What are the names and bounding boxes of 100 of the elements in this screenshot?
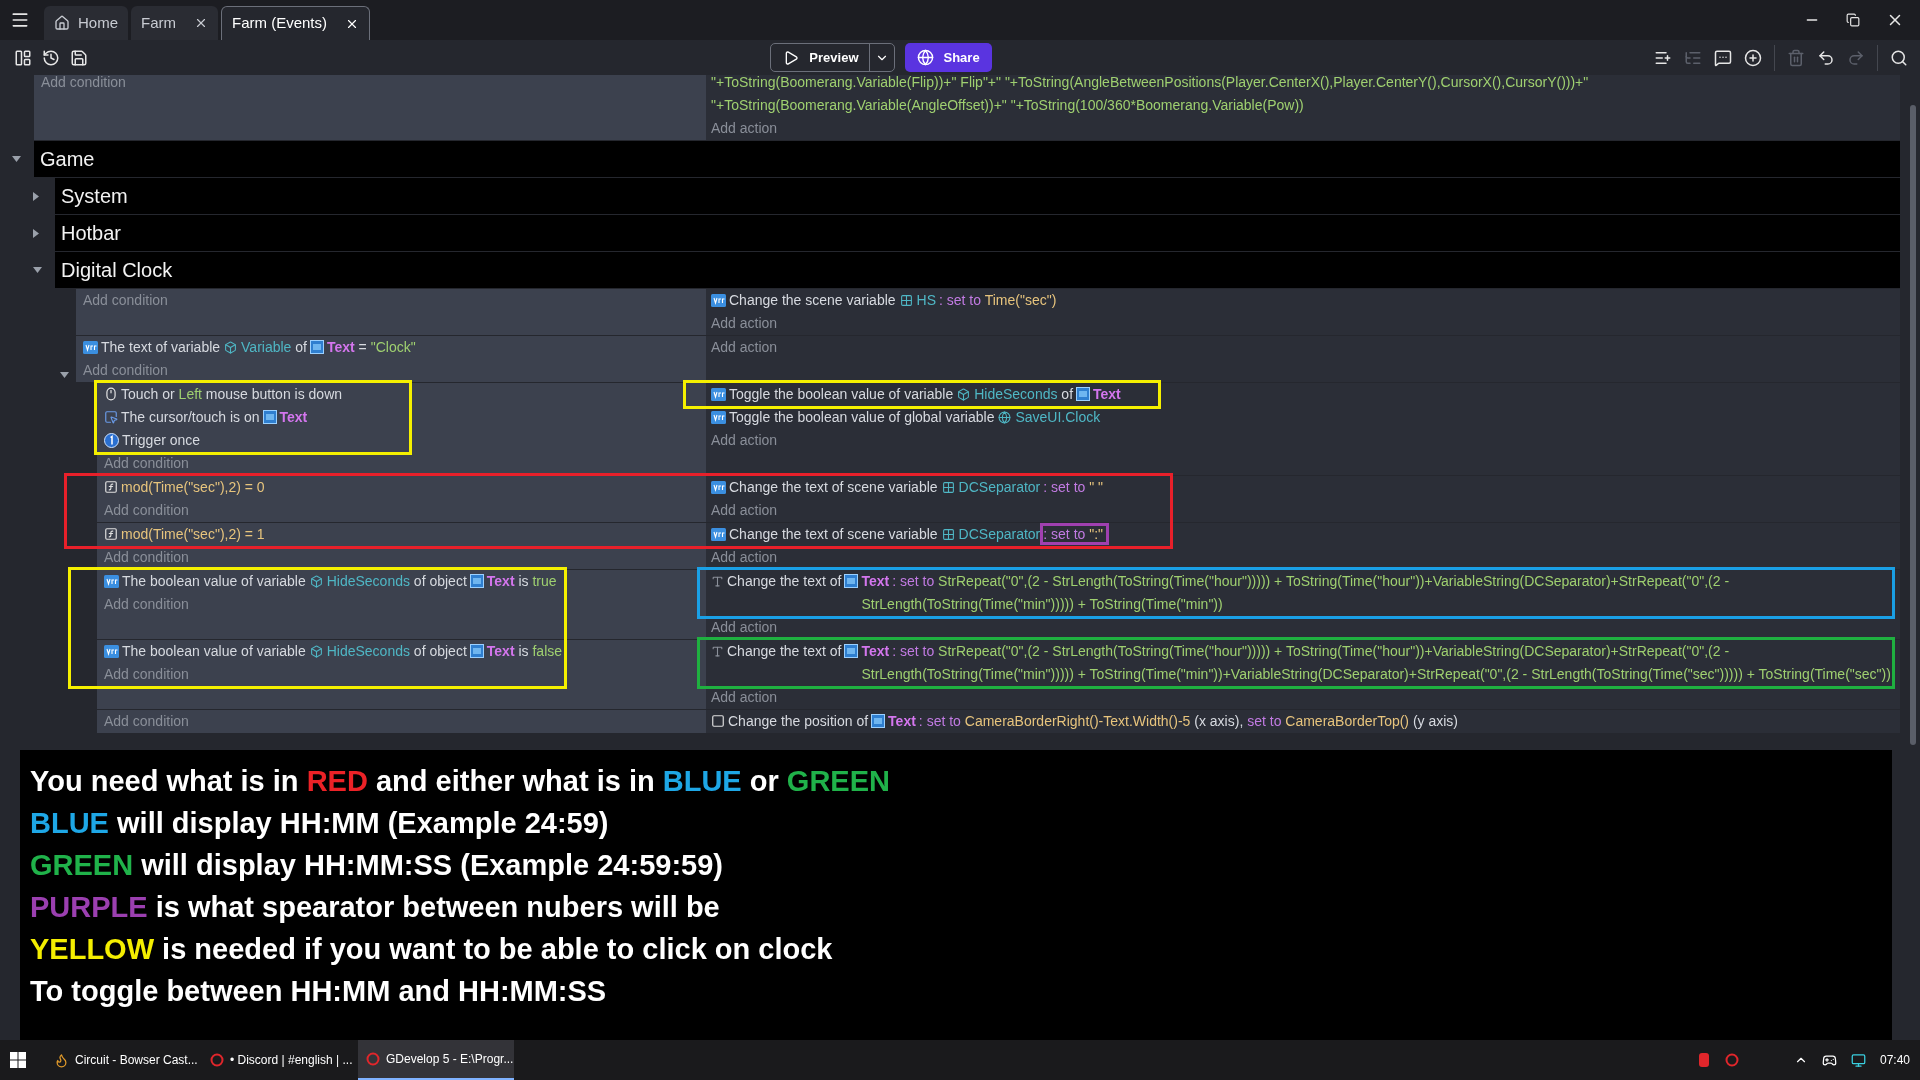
add-action-button[interactable]: Add action [711,312,778,335]
variable-icon [711,528,726,541]
object-thumbnail-icon [262,410,277,424]
condition-text[interactable]: Text is true [486,570,557,593]
condition-text[interactable]: The boolean value of variable [122,640,306,663]
share-button[interactable]: Share [904,43,992,72]
object-thumbnail-icon [844,574,859,588]
add-action-button[interactable]: Add action [711,546,778,569]
group-header[interactable]: Digital Clock [55,252,1900,288]
taskbar-item[interactable]: Circuit - Bowser Cast... [46,1040,202,1080]
mouse-icon [104,387,118,401]
taskbar-item[interactable]: GDevelop 5 - E:\Progr... [358,1040,514,1080]
action-text[interactable]: Change the text of [727,570,842,593]
action-text[interactable]: Change the text of scene variable [729,476,938,499]
cube-icon [309,645,323,658]
play-icon [783,49,800,66]
action-text[interactable]: Toggle the boolean value of global variable [729,406,995,429]
variable-icon [83,341,98,354]
condition-text[interactable]: mod(Time("sec"),2) = 0 [121,476,265,499]
text-icon [711,645,724,658]
preview-button[interactable]: Preview [770,43,895,72]
windows-logo-icon[interactable] [10,1052,26,1068]
variable-icon [711,411,726,424]
function-icon [104,527,118,541]
expand-arrow-icon[interactable] [33,191,39,201]
tray-app-icon[interactable] [1697,1052,1710,1068]
close-icon[interactable] [194,16,208,30]
add-action-button[interactable]: Add action [711,429,778,452]
condition-text[interactable]: HideSeconds of object [326,640,467,663]
search-icon[interactable] [1890,48,1908,67]
instruction-line: PURPLE is what spearator between nubers will be [30,890,721,925]
condition-text[interactable]: Touch or Left mouse button is down [121,383,343,406]
restore-icon[interactable] [1846,13,1860,27]
panels-icon[interactable] [14,48,32,67]
grid-icon [941,481,955,494]
object-thumbnail-icon [469,644,484,658]
condition-text[interactable]: The boolean value of variable [122,570,306,593]
collapse-arrow-icon[interactable] [33,267,42,273]
instruction-line: GREEN will display HH:MM:SS (Example 24:59:59) [30,848,724,883]
action-text[interactable]: SaveUI.Clock [1015,406,1101,429]
undo-icon[interactable] [1817,48,1835,67]
condition-text[interactable]: HideSeconds of object [326,570,467,593]
action-text[interactable]: Text : set to StrRepeat("0",(2 - StrLength(ToString(Time("hour"))))) + ToString(Time("hour"))+VariableString(DCSeparator)+StrRepeat("0",(2 - StrLength(ToString(Time("min"))))) + ToString(Time("min"))+VariableString(DCSeparator)+StrRepeat("0",(2 - StrLength(ToString(Time("sec"))))) + ToString(Time("sec")) [861,640,1895,686]
action-text[interactable]: "+ToString(Boomerang.Variable(Flip))+" Flip"+" "+ToString(AngleBetweenPositions(Player.CenterX(),Player.CenterY(),CursorX(),CursorY()))+" [711,75,1589,94]
action-text[interactable]: Change the text of [727,640,842,663]
condition-text[interactable]: mod(Time("sec"),2) = 1 [121,523,265,546]
action-text[interactable]: Change the scene variable [729,289,896,312]
group-header[interactable]: System [55,178,1900,214]
instruction-line: YELLOW is needed if you want to be able to click on clock [30,932,834,967]
expand-arrow-icon[interactable] [33,228,39,238]
editor-tab[interactable]: Farm [131,6,218,40]
grid-icon [941,528,955,541]
history-icon[interactable] [42,48,60,67]
cursor-icon [104,410,118,424]
variable-icon [711,294,726,307]
menu-icon[interactable] [10,10,30,30]
action-text[interactable]: Change the position of [728,710,869,733]
collapse-arrow-icon[interactable] [12,156,21,162]
action-text[interactable]: Change the text of scene variable [729,523,938,546]
condition-text[interactable]: The text of variable [101,336,221,359]
text-icon [711,575,724,588]
variable-icon [104,645,119,658]
taskbar-item[interactable]: • Discord | #english | ... [202,1040,358,1080]
action-text[interactable]: HideSeconds of [974,383,1074,406]
add-icon[interactable] [1744,48,1762,67]
action-text[interactable]: "+ToString(Boomerang.Variable(AngleOffset))+" "+ToString(100/360*Boomerang.Variable(Pow)) [711,94,1304,117]
cube-icon [309,575,323,588]
condition-text[interactable]: Trigger once [122,429,201,452]
condition-text[interactable]: Variable of [241,336,307,359]
add-action-button[interactable]: Add action [711,616,778,639]
editor-tab[interactable]: Home [44,6,128,40]
action-text[interactable]: Text [1093,383,1121,406]
gamepad-icon[interactable] [1821,1052,1837,1068]
action-text[interactable]: HS : set to Time("sec") [916,289,1057,312]
add-action-button[interactable]: Add action [711,336,778,359]
comment-icon[interactable] [1714,48,1732,67]
action-text[interactable]: DCSeparator : set to " " [958,476,1104,499]
action-text[interactable]: Toggle the boolean value of variable [729,383,954,406]
app-icon [210,1053,224,1067]
condition-text[interactable]: Text = "Clock" [326,336,416,359]
action-text[interactable]: Text : set to CameraBorderRight()-Text.Width()-5 (x axis), set to CameraBorderTop() (y axis) [888,710,1459,733]
group-header[interactable]: Hotbar [55,215,1900,251]
add-action-button[interactable]: Add action [711,499,778,522]
condition-text[interactable]: Text is false [486,640,563,663]
group-header[interactable]: Game [34,141,1900,177]
clock-time[interactable]: 07:40 [1879,1051,1910,1069]
trigger-icon [104,433,119,448]
save-icon[interactable] [70,48,88,67]
collapse-arrow-icon[interactable] [60,372,69,378]
tray-app-icon[interactable] [1723,1053,1740,1067]
monitor-icon[interactable] [1850,1052,1866,1068]
action-text[interactable]: Text : set to StrRepeat("0",(2 - StrLength(ToString(Time("hour"))))) + ToString(Time("hour"))+VariableString(DCSeparator)+StrRepeat("0",(2 - StrLength(ToString(Time("min"))))) + ToString(Time("min")) [861,570,1895,616]
condition-text[interactable]: The cursor/touch is on [121,406,260,429]
editor-tab[interactable]: Farm (Events) [221,6,371,40]
add-action-button[interactable]: Add action [711,117,778,140]
object-thumbnail-icon [469,574,484,588]
condition-text[interactable]: Text [279,406,308,429]
instruction-line: BLUE will display HH:MM (Example 24:59) [30,806,610,841]
action-text[interactable]: DCSeparator : set to ":" [958,523,1104,546]
add-action-button[interactable]: Add action [711,686,778,709]
